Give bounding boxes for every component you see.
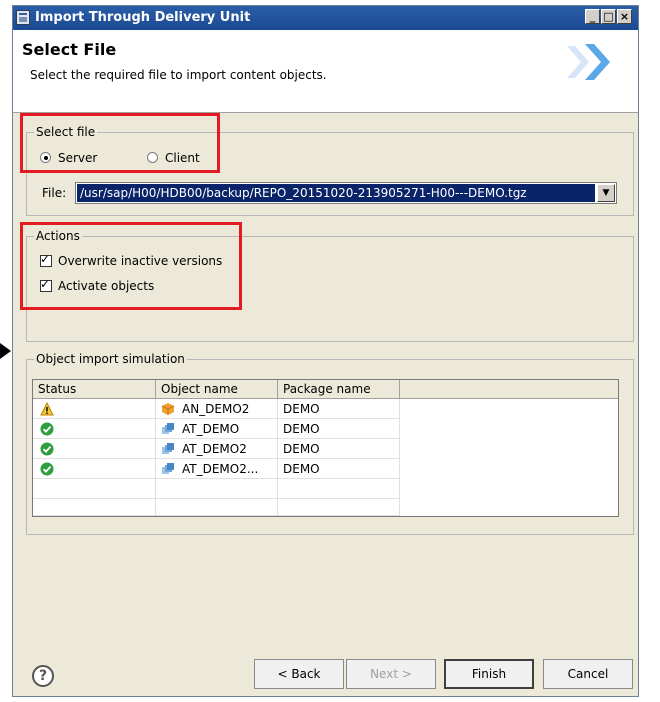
table-row-empty-cell: [33, 499, 156, 516]
object-name: AT_DEMO2...: [182, 462, 259, 476]
cancel-button[interactable]: Cancel: [543, 659, 633, 689]
column-header-blank: [400, 380, 618, 399]
annotation-highlight-select-file: [20, 113, 220, 173]
table-row-empty-cell: [156, 499, 278, 516]
table-row-package-cell[interactable]: DEMO: [278, 419, 400, 439]
table-row-status-cell[interactable]: [33, 439, 156, 459]
attribute-view-icon: [162, 463, 174, 474]
table-row-object-cell[interactable]: AN_DEMO2: [156, 399, 278, 419]
next-button[interactable]: Next >: [346, 659, 436, 689]
table-row-empty-cell: [33, 479, 156, 499]
table-row-object-cell[interactable]: AT_DEMO: [156, 419, 278, 439]
table-row-empty-cell: [156, 479, 278, 499]
table-row-object-cell[interactable]: AT_DEMO2...: [156, 459, 278, 479]
finish-button[interactable]: Finish: [444, 659, 534, 689]
window-title: Import Through Delivery Unit: [35, 10, 251, 25]
attribute-view-icon: [162, 443, 174, 454]
warning-icon: [40, 402, 54, 416]
analytic-view-icon: [162, 403, 174, 415]
page-title: Select File: [22, 40, 117, 59]
table-row-package-cell[interactable]: DEMO: [278, 399, 400, 419]
back-button[interactable]: < Back: [254, 659, 344, 689]
table-row-empty-cell: [278, 499, 400, 516]
table-row-package-cell[interactable]: DEMO: [278, 459, 400, 479]
table-row-status-cell[interactable]: [33, 459, 156, 479]
minimize-button[interactable]: _: [585, 9, 600, 24]
success-check-icon: [40, 462, 54, 476]
column-header-object-name[interactable]: Object name: [156, 380, 278, 399]
simulation-table[interactable]: Status Object name Package name AN_DEMO2…: [32, 379, 619, 517]
table-row-empty-cell: [278, 479, 400, 499]
file-path-value[interactable]: /usr/sap/H00/HDB00/backup/REPO_20151020-…: [77, 184, 595, 202]
success-check-icon: [40, 442, 54, 456]
object-name: AT_DEMO: [182, 422, 240, 436]
maximize-button[interactable]: □: [601, 9, 616, 24]
app-window-icon: [16, 10, 30, 25]
chevron-down-icon[interactable]: ▼: [597, 184, 615, 202]
column-header-package-name[interactable]: Package name: [278, 380, 400, 399]
object-name: AT_DEMO2: [182, 442, 247, 456]
object-name: AN_DEMO2: [182, 402, 250, 416]
close-button[interactable]: ×: [617, 9, 632, 24]
simulation-legend: Object import simulation: [34, 352, 187, 366]
column-header-status[interactable]: Status: [33, 380, 156, 399]
table-row-status-cell[interactable]: [33, 419, 156, 439]
file-label: File:: [42, 186, 67, 200]
import-dialog: Import Through Delivery Unit _ □ × Selec…: [12, 5, 639, 697]
table-row-object-cell[interactable]: AT_DEMO2: [156, 439, 278, 459]
page-subtitle: Select the required file to import conte…: [30, 68, 327, 82]
table-row-status-cell[interactable]: [33, 399, 156, 419]
success-check-icon: [40, 422, 54, 436]
double-chevron-right-icon: [567, 44, 610, 80]
annotation-pointer-arrow: [0, 343, 11, 359]
help-icon[interactable]: ?: [32, 665, 54, 687]
wizard-header: Select File Select the required file to …: [13, 30, 638, 113]
table-row-package-cell[interactable]: DEMO: [278, 439, 400, 459]
file-path-combobox[interactable]: /usr/sap/H00/HDB00/backup/REPO_20151020-…: [75, 182, 617, 204]
title-bar: Import Through Delivery Unit _ □ ×: [13, 6, 638, 30]
attribute-view-icon: [162, 423, 174, 434]
annotation-highlight-actions: [20, 222, 242, 310]
